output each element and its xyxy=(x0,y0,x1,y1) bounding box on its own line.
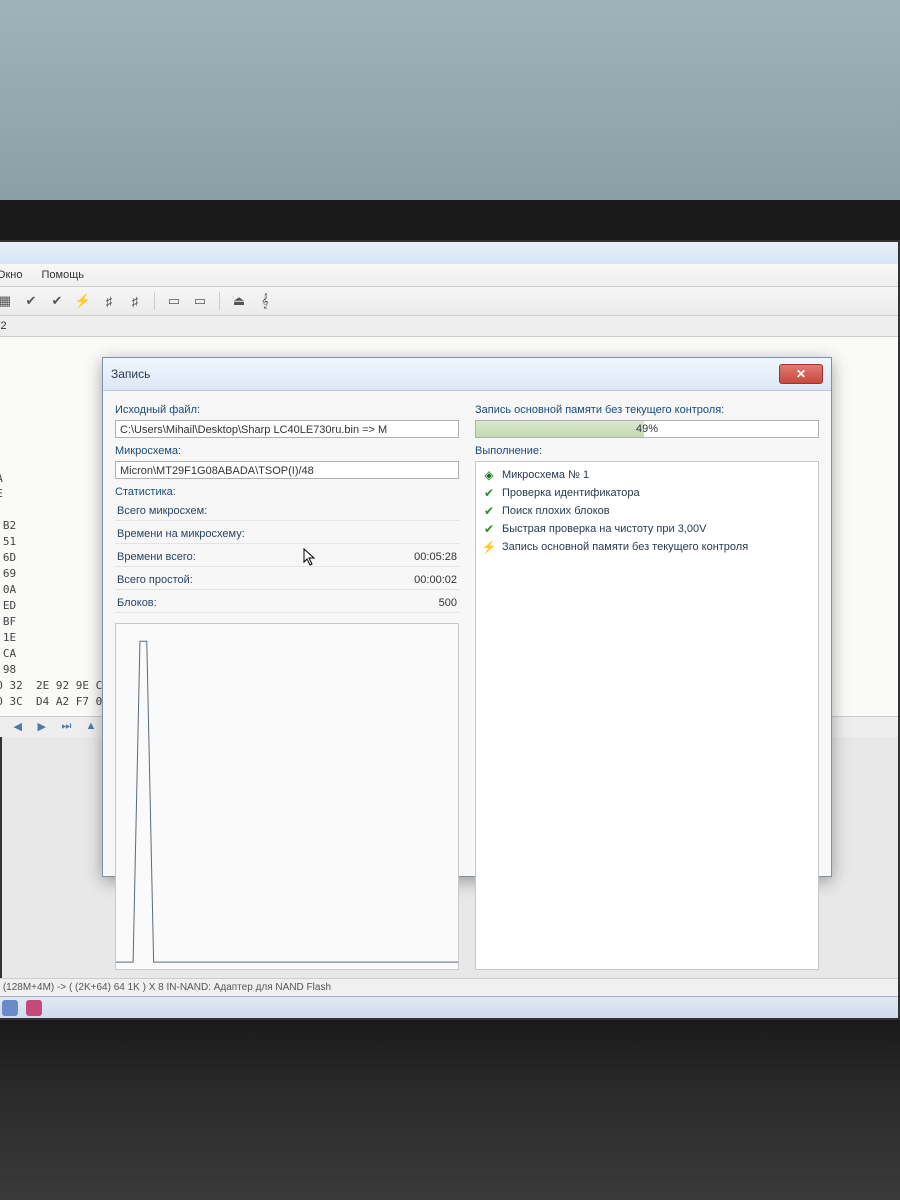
nav-last-icon[interactable]: ⏭ xyxy=(61,720,75,734)
nav-next-icon[interactable]: ▶ xyxy=(37,720,51,734)
execution-step: ✔ Проверка идентификатора xyxy=(480,484,814,502)
stat-value: 500 xyxy=(439,597,457,609)
write-dialog: Запись ✕ Исходный файл: C:\Users\Mihail\… xyxy=(102,357,832,877)
laptop-body xyxy=(0,1020,900,1200)
source-file-field[interactable]: C:\Users\Mihail\Desktop\Sharp LC40LE730r… xyxy=(115,420,459,438)
chip-icon: ◈ xyxy=(482,468,496,482)
stat-value: 00:00:02 xyxy=(414,574,457,586)
progress-text: 49% xyxy=(476,421,818,437)
execution-step: ✔ Поиск плохих блоков xyxy=(480,502,814,520)
cursor-icon xyxy=(303,548,317,566)
toolbar-separator xyxy=(154,292,155,310)
toolbar-separator xyxy=(219,292,220,310)
toolbar-check2-icon[interactable]: ✔ xyxy=(47,291,67,311)
laptop-screen: Star 3.0 Режимы Окно Помощь ▾ ⇊ ▦ ✔ ✔ ⚡ … xyxy=(0,240,900,1020)
toolbar: ▾ ⇊ ▦ ✔ ✔ ⚡ ♯ ♯ ▭ ▭ ⏏ 𝄞 xyxy=(0,287,898,316)
progress-label: Запись основной памяти без текущего конт… xyxy=(475,404,819,416)
stats-graph xyxy=(115,623,459,970)
photo-background xyxy=(0,0,900,200)
taskbar-app-icon[interactable] xyxy=(2,1000,18,1016)
progress-bar: 49% xyxy=(475,420,819,438)
nav-up-icon[interactable]: ▲ xyxy=(85,720,99,734)
toolbar-tune-icon[interactable]: ♯ xyxy=(99,291,119,311)
execution-steps: ◈Микросхема № 1✔Проверка идентификатора✔… xyxy=(475,461,819,970)
stat-total-chips: Всего микросхем: xyxy=(115,502,459,521)
step-text: Быстрая проверка на чистоту при 3,00V xyxy=(502,523,706,535)
statusbar: 48 2C/F1-80-95 (128M+4M) -> ( (2K+64) 64… xyxy=(0,978,898,996)
taskbar[interactable] xyxy=(0,996,898,1018)
dialog-titlebar[interactable]: Запись ✕ xyxy=(103,358,831,391)
dialog-left-column: Исходный файл: C:\Users\Mihail\Desktop\S… xyxy=(115,401,459,970)
step-text: Проверка идентификатора xyxy=(502,487,640,499)
taskbar-app2-icon[interactable] xyxy=(26,1000,42,1016)
toolbar-eject-icon[interactable]: ⏏ xyxy=(229,291,249,311)
execution-label: Выполнение: xyxy=(475,445,819,457)
menu-help[interactable]: Помощь xyxy=(34,267,93,283)
nav-prev-icon[interactable]: ◀ xyxy=(13,720,27,734)
toolbar-save-icon[interactable]: ▦ xyxy=(0,291,15,311)
toolbar-bolt-icon[interactable]: ⚡ xyxy=(73,291,93,311)
stat-blocks: Блоков: 500 xyxy=(115,594,459,613)
stat-idle-total: Всего простой: 00:00:02 xyxy=(115,571,459,590)
stats-label: Статистика: xyxy=(115,486,459,498)
close-icon: ✕ xyxy=(796,367,806,381)
toolbar-chip2-icon[interactable]: ▭ xyxy=(190,291,210,311)
file-tab[interactable]: 0ru.bin => MT2 xyxy=(0,316,898,337)
step-text: Микросхема № 1 xyxy=(502,469,589,481)
laptop-bezel xyxy=(0,200,900,240)
execution-step: ◈ Микросхема № 1 xyxy=(480,466,814,484)
execution-step: ✔ Быстрая проверка на чистоту при 3,00V xyxy=(480,520,814,538)
stat-key: Времени на микросхему: xyxy=(117,528,245,540)
step-text: Запись основной памяти без текущего конт… xyxy=(502,541,748,553)
stat-value: 00:05:28 xyxy=(414,551,457,563)
toolbar-wrench-icon[interactable]: 𝄞 xyxy=(255,291,275,311)
step-text: Поиск плохих блоков xyxy=(502,505,610,517)
dialog-title-text: Запись xyxy=(111,367,150,381)
stat-time-total: Времени всего: 00:05:28 xyxy=(115,548,459,567)
menubar: Режимы Окно Помощь xyxy=(0,264,898,287)
close-button[interactable]: ✕ xyxy=(779,364,823,384)
toolbar-chip-icon[interactable]: ▭ xyxy=(164,291,184,311)
stat-key: Времени всего: xyxy=(117,551,196,563)
check-icon: ✔ xyxy=(482,486,496,500)
chip-label: Микросхема: xyxy=(115,445,459,457)
stat-time-per-chip: Времени на микросхему: xyxy=(115,525,459,544)
stat-key: Всего простой: xyxy=(117,574,193,586)
check-icon: ✔ xyxy=(482,522,496,536)
check-icon: ✔ xyxy=(482,504,496,518)
toolbar-tune2-icon[interactable]: ♯ xyxy=(125,291,145,311)
bolt-icon: ⚡ xyxy=(482,540,496,554)
nav-first-icon[interactable]: ⏮ xyxy=(0,720,3,734)
stat-key: Всего микросхем: xyxy=(117,505,207,517)
toolbar-check-icon[interactable]: ✔ xyxy=(21,291,41,311)
chip-field[interactable]: Micron\MT29F1G08ABADA\TSOP(I)/48 xyxy=(115,461,459,479)
menu-window[interactable]: Окно xyxy=(0,267,30,283)
execution-step: ⚡ Запись основной памяти без текущего кон… xyxy=(480,538,814,556)
source-file-label: Исходный файл: xyxy=(115,404,459,416)
app-titlebar: Star 3.0 xyxy=(0,242,898,264)
dialog-right-column: Запись основной памяти без текущего конт… xyxy=(475,401,819,970)
stat-key: Блоков: xyxy=(117,597,157,609)
